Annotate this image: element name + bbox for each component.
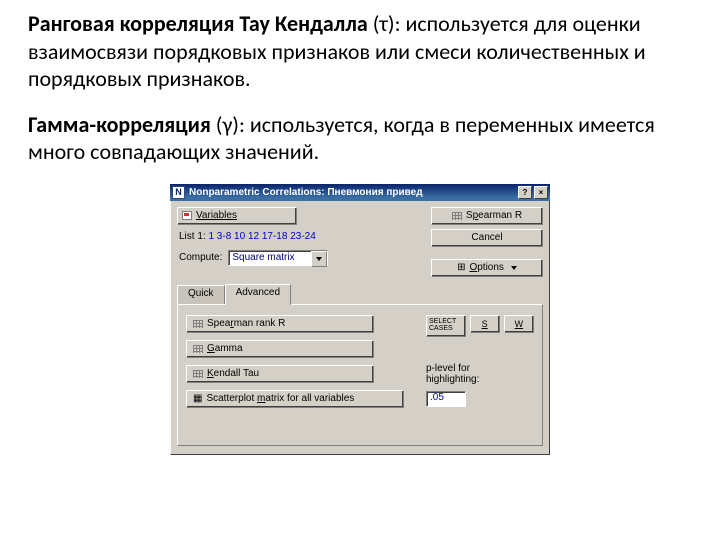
- list1-label: List 1:: [179, 231, 206, 242]
- plevel-label: p-level forhighlighting:: [426, 363, 534, 385]
- select-cases-button[interactable]: SELECT CASES: [426, 315, 466, 337]
- grid-icon: [193, 320, 203, 328]
- spearman-rank-r-button[interactable]: Spearman rank R: [186, 315, 374, 333]
- kendall-tau-button[interactable]: Kendall Tau: [186, 365, 374, 383]
- gear-icon: ⊞: [457, 262, 465, 273]
- help-button[interactable]: ?: [518, 186, 532, 199]
- w-button[interactable]: W: [504, 315, 534, 333]
- window-title: Nonparametric Correlations: Пневмония пр…: [189, 187, 516, 198]
- paragraph-gamma: Гамма-корреляция (γ): используется, когд…: [28, 111, 692, 166]
- dialog-nonparametric-correlations: N Nonparametric Correlations: Пневмония …: [170, 184, 550, 455]
- s-button[interactable]: S: [470, 315, 500, 333]
- compute-combo[interactable]: Square matrix: [228, 250, 328, 266]
- tab-quick[interactable]: Quick: [177, 285, 225, 304]
- compute-label: Compute:: [179, 252, 222, 263]
- compute-value: Square matrix: [232, 252, 294, 263]
- variables-button[interactable]: Variables: [177, 207, 297, 225]
- plevel-input[interactable]: .05: [426, 391, 466, 407]
- variables-icon: [182, 211, 192, 220]
- gamma-button[interactable]: Gamma: [186, 340, 374, 358]
- dialog-body: Variables List 1: 1 3-8 10 12 17-18 23-2…: [170, 201, 550, 455]
- tab-advanced[interactable]: Advanced: [225, 284, 291, 305]
- grid-icon: [193, 345, 203, 353]
- chevron-down-icon: [511, 266, 517, 270]
- bold-kendall: Ранговая корреляция Тау Кендалла: [28, 10, 368, 37]
- app-icon: N: [172, 186, 185, 199]
- chevron-down-icon[interactable]: [311, 251, 327, 267]
- spearman-r-button[interactable]: Spearman R: [431, 207, 543, 225]
- scatter-icon: ▦: [193, 393, 202, 404]
- grid-icon: [452, 212, 462, 220]
- tabs: Quick Advanced: [177, 283, 543, 304]
- paragraph-kendall: Ранговая корреляция Тау Кендалла (τ): ис…: [28, 10, 692, 93]
- cancel-button[interactable]: Cancel: [431, 229, 543, 247]
- list1-values: 1 3-8 10 12 17-18 23-24: [208, 231, 315, 242]
- scatterplot-matrix-button[interactable]: ▦ Scatterplot matrix for all variables: [186, 390, 404, 408]
- options-button[interactable]: ⊞ Options: [431, 259, 543, 277]
- titlebar[interactable]: N Nonparametric Correlations: Пневмония …: [170, 184, 550, 201]
- bold-gamma: Гамма-корреляция: [28, 111, 211, 138]
- close-button[interactable]: ×: [534, 186, 548, 199]
- grid-icon: [193, 370, 203, 378]
- tab-panel-advanced: Spearman rank R Gamma Kendall Tau ▦: [177, 304, 543, 446]
- list1-row: List 1: 1 3-8 10 12 17-18 23-24: [179, 231, 419, 242]
